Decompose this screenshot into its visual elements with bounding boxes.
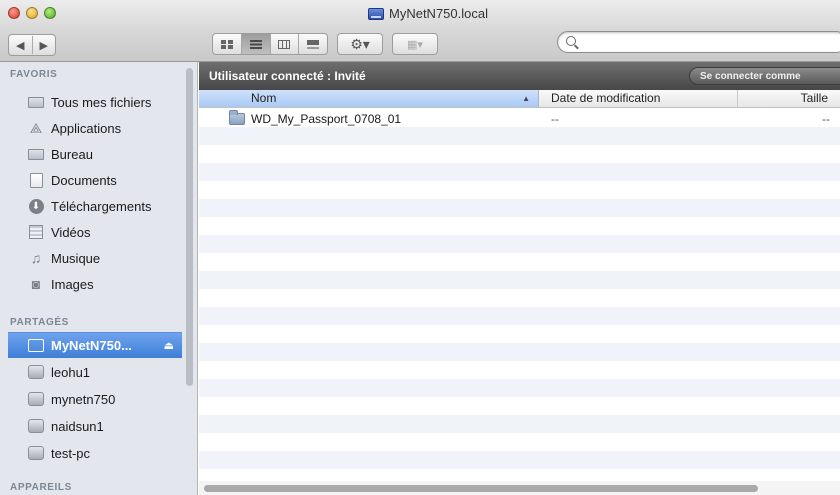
network-disk-icon [28, 446, 44, 461]
search-icon [566, 36, 576, 46]
column-view-button[interactable] [271, 34, 300, 54]
close-window-button[interactable] [8, 7, 20, 19]
connection-bar: Utilisateur connecté : Invité Se connect… [199, 62, 840, 90]
sidebar-item-applications[interactable]: ⟁ Applications [8, 115, 182, 141]
music-icon: ♫ [30, 250, 42, 266]
column-name-label: Nom [251, 91, 277, 105]
sidebar-section-partages: PARTAGÉS [10, 317, 69, 328]
sidebar-item-label: mynetn750 [51, 391, 116, 407]
movies-icon [28, 225, 44, 240]
sidebar-item-label: test-pc [51, 445, 91, 461]
sidebar-item-leohu1[interactable]: leohu1 [8, 359, 182, 385]
sidebar-item-mynetn750[interactable]: mynetn750 [8, 386, 182, 412]
sidebar-item-label: Téléchargements [51, 198, 152, 214]
sidebar-item-test-pc[interactable]: test-pc [8, 440, 182, 466]
column-header-date[interactable]: Date de modification [540, 90, 738, 107]
file-name: WD_My_Passport_0708_01 [251, 112, 402, 126]
icon-view-button[interactable] [213, 34, 242, 54]
view-mode-selector [212, 33, 328, 55]
downloads-icon: ⬇ [28, 198, 44, 214]
file-size: -- [822, 112, 830, 126]
sidebar-item-label: Images [51, 276, 94, 292]
applications-icon: ⟁ [29, 119, 43, 136]
action-menu-button[interactable]: ⚙▾ [337, 33, 383, 55]
network-drive-icon [368, 7, 384, 20]
sidebar-item-label: Vidéos [51, 224, 91, 240]
documents-icon [28, 172, 44, 188]
sidebar-section-appareils: APPAREILS [10, 482, 72, 493]
sidebar-item-label: Musique [51, 250, 101, 266]
back-forward-control: ◀ ▶ [8, 34, 56, 56]
back-button[interactable]: ◀ [9, 39, 32, 52]
arrange-icon: ▦▾ [407, 38, 423, 51]
sidebar-item-documents[interactable]: Documents [8, 167, 182, 193]
sidebar-item-images[interactable]: ◙ Images [8, 271, 182, 297]
column-view-icon [278, 39, 291, 49]
search-field[interactable] [557, 31, 840, 53]
list-view-button[interactable] [241, 34, 271, 54]
sidebar-item-telechargements[interactable]: ⬇ Téléchargements [8, 193, 182, 219]
file-row[interactable]: WD_My_Passport_0708_01 -- -- [199, 110, 840, 128]
desktop-icon [28, 147, 44, 162]
sidebar-scrollbar[interactable] [186, 68, 193, 386]
column-header-name[interactable]: Nom ▲ [199, 90, 539, 107]
sidebar-item-label: Tous mes fichiers [51, 94, 152, 110]
horizontal-scrollbar[interactable] [204, 485, 758, 492]
sidebar-item-all-files[interactable]: Tous mes fichiers [8, 89, 182, 115]
sidebar-item-label: Documents [51, 172, 117, 188]
zoom-window-button[interactable] [44, 7, 56, 19]
sidebar-item-label: Applications [51, 120, 122, 136]
connected-user-status: Utilisateur connecté : Invité [209, 69, 366, 83]
sidebar-item-bureau[interactable]: Bureau [8, 141, 182, 167]
sidebar-item-videos[interactable]: Vidéos [8, 219, 182, 245]
gear-icon: ⚙▾ [350, 35, 370, 52]
column-header-size[interactable]: Taille [739, 90, 840, 107]
forward-button[interactable]: ▶ [33, 39, 56, 52]
sidebar-item-label: naidsun1 [51, 418, 104, 434]
sort-ascending-icon: ▲ [522, 94, 530, 103]
icon-view-icon [220, 39, 233, 49]
window-titlebar: MyNetN750.local ◀ ▶ ⚙▾ ▦▾ [0, 0, 840, 62]
network-screen-icon [28, 338, 44, 353]
all-files-icon [28, 95, 44, 110]
sidebar-item-naidsun1[interactable]: naidsun1 [8, 413, 182, 439]
folder-icon [229, 110, 245, 125]
sidebar-item-label: MyNetN750... [51, 338, 132, 353]
file-browser: Utilisateur connecté : Invité Se connect… [199, 62, 840, 495]
file-date: -- [551, 112, 559, 126]
arrange-menu-button[interactable]: ▦▾ [392, 33, 438, 55]
connect-as-button[interactable]: Se connecter comme [689, 67, 840, 85]
window-controls [8, 7, 56, 19]
network-disk-icon [28, 365, 44, 380]
window-title-text: MyNetN750.local [389, 6, 488, 21]
sidebar-section-favoris: FAVORIS [10, 69, 58, 80]
pictures-icon: ◙ [31, 276, 41, 292]
network-disk-icon [28, 419, 44, 434]
list-view-icon [249, 39, 262, 49]
window-title: MyNetN750.local [368, 6, 488, 21]
network-disk-icon [28, 392, 44, 407]
sidebar-item-label: leohu1 [51, 364, 91, 380]
minimize-window-button[interactable] [26, 7, 38, 19]
sidebar-item-label: Bureau [51, 146, 93, 162]
sidebar-item-mynetn750-share[interactable]: MyNetN750... ⏏ [8, 332, 182, 358]
sidebar-item-musique[interactable]: ♫ Musique [8, 245, 182, 271]
column-size-label: Taille [800, 91, 828, 105]
sidebar: FAVORIS Tous mes fichiers ⟁ Applications… [0, 62, 198, 495]
coverflow-view-button[interactable] [299, 34, 327, 54]
eject-icon[interactable]: ⏏ [164, 339, 174, 352]
column-date-label: Date de modification [551, 91, 661, 105]
column-header: Nom ▲ Date de modification Taille [199, 90, 840, 108]
file-list: WD_My_Passport_0708_01 -- -- [199, 109, 840, 481]
coverflow-view-icon [307, 39, 320, 49]
